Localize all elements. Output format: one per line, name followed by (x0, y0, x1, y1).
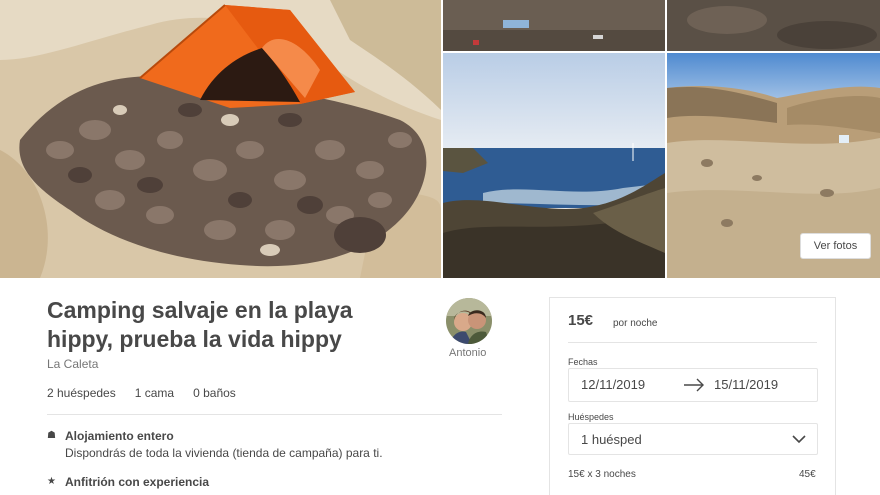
arrow-right-icon (684, 378, 704, 392)
listing-title-line-1: Camping salvaje en la playa (47, 297, 353, 323)
listing-location[interactable]: La Caleta (47, 357, 98, 371)
home-icon: ☗ (47, 430, 56, 441)
view-photos-button[interactable]: Ver fotos (800, 233, 871, 259)
listing-title: Camping salvaje en la playa hippy, prueb… (47, 296, 407, 354)
photo-beach-litter[interactable] (443, 0, 665, 51)
check-out-date[interactable]: 15/11/2019 (714, 377, 778, 392)
booking-card: 15€ por noche Fechas 12/11/2019 15/11/20… (549, 297, 836, 495)
price: 15€ (568, 312, 594, 329)
photo-tent[interactable] (0, 0, 441, 278)
stat-baths: 0 baños (193, 386, 236, 400)
feature-title: Alojamiento entero (65, 429, 174, 443)
section-divider (47, 414, 502, 415)
guests-select[interactable]: 1 huésped (568, 423, 818, 455)
price-calculation[interactable]: 15€ x 3 noches (568, 469, 636, 480)
photo-gallery: Ver fotos (0, 0, 880, 278)
guests-value: 1 huésped (581, 432, 642, 447)
guests-label: Huéspedes (568, 412, 614, 422)
stat-beds: 1 cama (134, 386, 175, 400)
host-name: Antonio (449, 347, 487, 359)
photo-rocky-ground[interactable] (667, 0, 880, 51)
feature-description: Dispondrás de toda la vivienda (tienda d… (65, 446, 383, 460)
listing-title-line-2: hippy, prueba la vida hippy (47, 326, 342, 352)
star-icon: ★ (47, 476, 56, 487)
listing-stats: 2 huéspedes 1 cama 0 baños (47, 386, 236, 400)
host-avatar[interactable] (446, 298, 492, 344)
stat-guests: 2 huéspedes (47, 386, 116, 400)
feature-title: Anfitrión con experiencia (65, 475, 210, 489)
check-in-date[interactable]: 12/11/2019 (581, 377, 645, 392)
dates-picker[interactable]: 12/11/2019 15/11/2019 (568, 368, 818, 402)
price-calculation-total: 45€ (799, 469, 816, 480)
chevron-down-icon (792, 435, 806, 444)
photo-sea-cove[interactable] (443, 53, 665, 278)
card-divider (568, 342, 817, 343)
dates-label: Fechas (568, 357, 598, 367)
price-unit: por noche (613, 318, 658, 329)
